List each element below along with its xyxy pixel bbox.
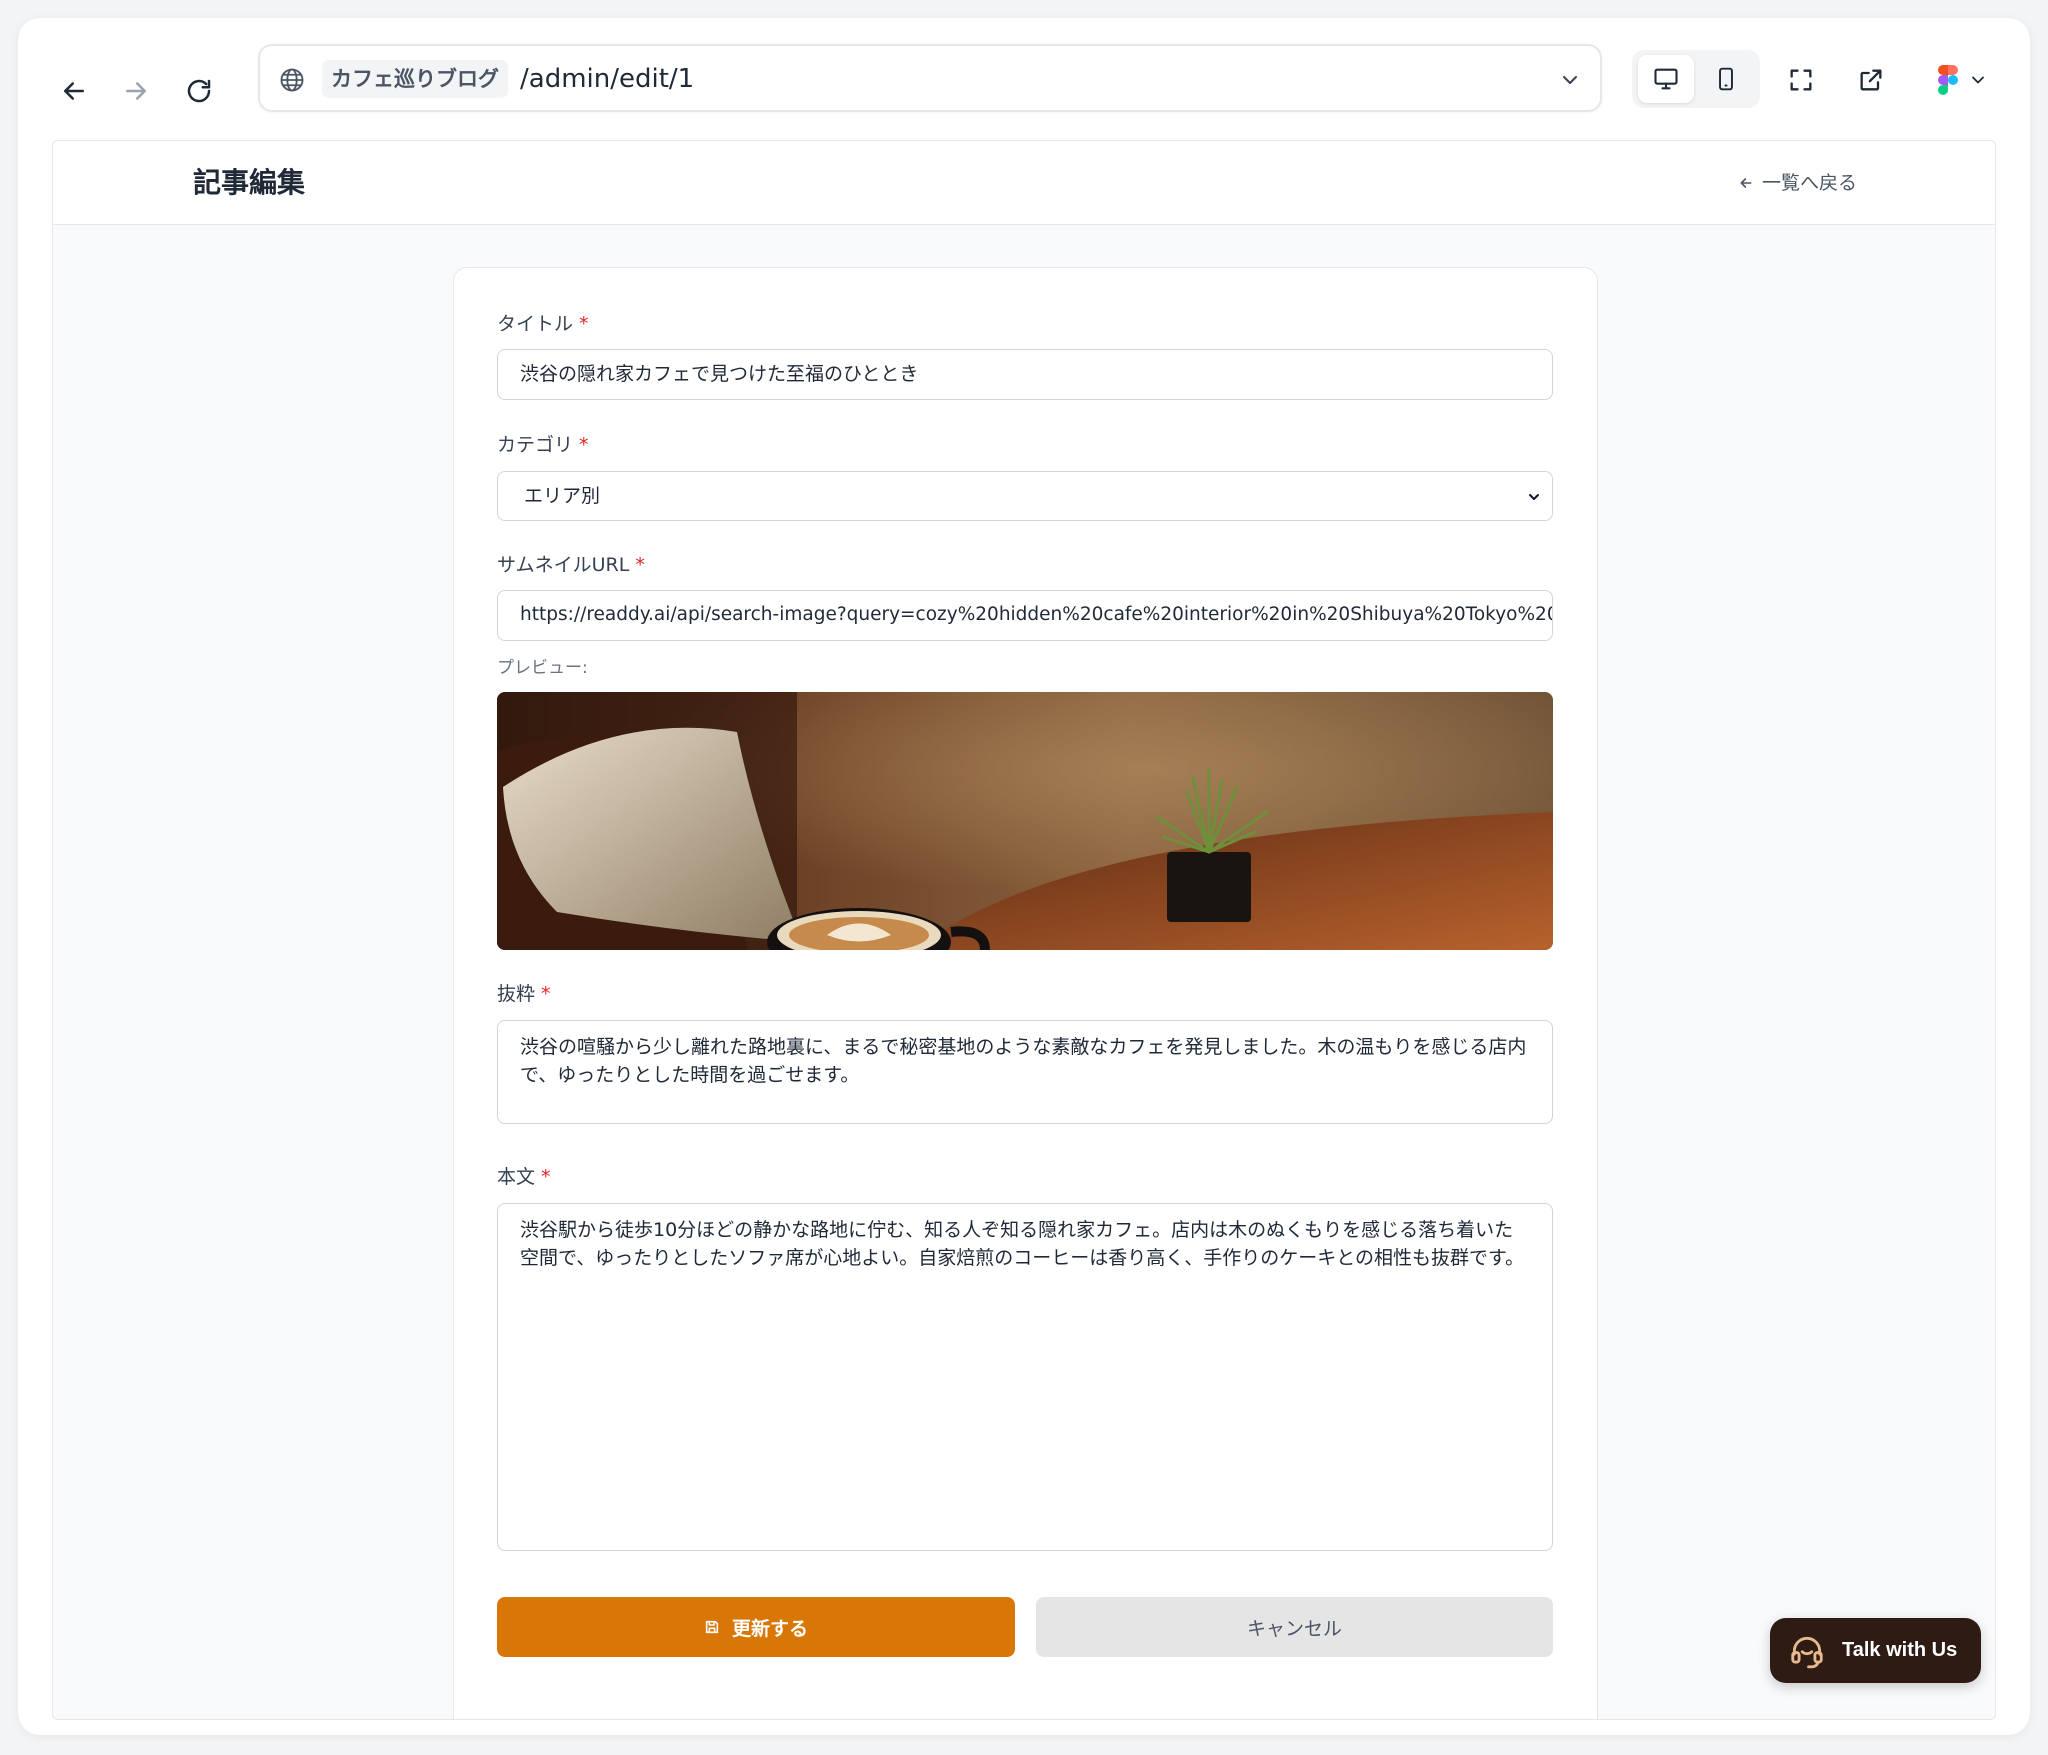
mobile-view-button[interactable]	[1698, 55, 1754, 103]
browser-window: カフェ巡りブログ /admin/edit/1 記事編集 一覧へ戻る タイトル *…	[18, 18, 2030, 1735]
site-name-chip: カフェ巡りブログ	[322, 60, 508, 98]
reload-icon	[187, 79, 211, 103]
cancel-button[interactable]: キャンセル	[1036, 1597, 1553, 1657]
chevron-down-icon	[1529, 494, 1539, 500]
phone-icon	[1719, 67, 1733, 91]
title-input[interactable]: 渋谷の隠れ家カフェで見つけた至福のひととき	[497, 349, 1553, 400]
address-bar[interactable]: カフェ巡りブログ /admin/edit/1	[258, 44, 1602, 112]
arrow-left-icon	[64, 82, 84, 100]
required-mark: *	[579, 434, 589, 456]
title-label: タイトル *	[497, 313, 589, 335]
desktop-view-button[interactable]	[1638, 55, 1694, 103]
cancel-button-label: キャンセル	[1246, 1617, 1342, 1640]
update-button-label: 更新する	[731, 1617, 808, 1640]
required-mark: *	[579, 313, 589, 335]
external-link-icon	[1860, 69, 1882, 91]
excerpt-textarea[interactable]: 渋谷の喧騒から少し離れた路地裏に、まるで秘密基地のような素敵なカフェを発見しまし…	[497, 1020, 1553, 1124]
category-selected-value: エリア別	[524, 485, 601, 507]
cafe-photo	[497, 692, 1553, 950]
required-mark: *	[541, 983, 551, 1005]
thumbnail-label: サムネイルURL *	[497, 554, 645, 576]
app-frame: 記事編集 一覧へ戻る タイトル * 渋谷の隠れ家カフェで見つけた至福のひととき カ…	[52, 140, 1996, 1720]
fullscreen-icon	[1790, 69, 1812, 91]
edit-form-card: タイトル * 渋谷の隠れ家カフェで見つけた至福のひととき カテゴリ * エリア別 サ…	[453, 267, 1598, 1719]
figma-icon	[1938, 65, 1958, 95]
talk-with-us-label: Talk with Us	[1842, 1639, 1958, 1661]
talk-with-us-button[interactable]: Talk with Us	[1770, 1618, 1981, 1683]
forward-button[interactable]	[118, 73, 154, 109]
body-label: 本文 *	[497, 1166, 551, 1188]
reload-button[interactable]	[181, 73, 217, 109]
chevron-down-icon[interactable]	[1558, 68, 1582, 92]
required-mark: *	[541, 1166, 551, 1188]
body-textarea[interactable]: 渋谷駅から徒歩10分ほどの静かな路地に佇む、知る人ぞ知る隠れ家カフェ。店内は木の…	[497, 1203, 1553, 1551]
back-to-list-link[interactable]: 一覧へ戻る	[1738, 169, 1857, 197]
app-header: 記事編集 一覧へ戻る	[53, 141, 1995, 225]
open-external-button[interactable]	[1854, 63, 1888, 97]
url-path: /admin/edit/1	[520, 64, 695, 94]
required-mark: *	[635, 554, 645, 576]
update-button[interactable]: 更新する	[497, 1597, 1015, 1657]
thumbnail-url-input[interactable]: https://readdy.ai/api/search-image?query…	[497, 590, 1553, 641]
thumbnail-preview-image	[497, 692, 1553, 950]
chevron-down-icon	[1972, 76, 1984, 84]
back-button[interactable]	[56, 73, 92, 109]
figma-menu-button[interactable]	[1928, 63, 1998, 97]
arrow-right-icon	[126, 82, 146, 100]
category-select[interactable]: エリア別	[497, 471, 1553, 521]
save-icon	[705, 1620, 719, 1634]
fullscreen-button[interactable]	[1784, 63, 1818, 97]
browser-toolbar: カフェ巡りブログ /admin/edit/1	[18, 18, 2030, 138]
device-toggle	[1632, 50, 1760, 108]
page-title: 記事編集	[193, 166, 306, 199]
arrow-left-icon	[1740, 178, 1752, 188]
excerpt-label: 抜粋 *	[497, 983, 551, 1005]
back-link-label: 一覧へ戻る	[1761, 172, 1857, 194]
category-label: カテゴリ *	[497, 434, 589, 456]
preview-label: プレビュー:	[497, 658, 588, 678]
globe-icon	[280, 68, 304, 92]
monitor-icon	[1654, 68, 1678, 90]
headset-icon	[1791, 1636, 1823, 1668]
